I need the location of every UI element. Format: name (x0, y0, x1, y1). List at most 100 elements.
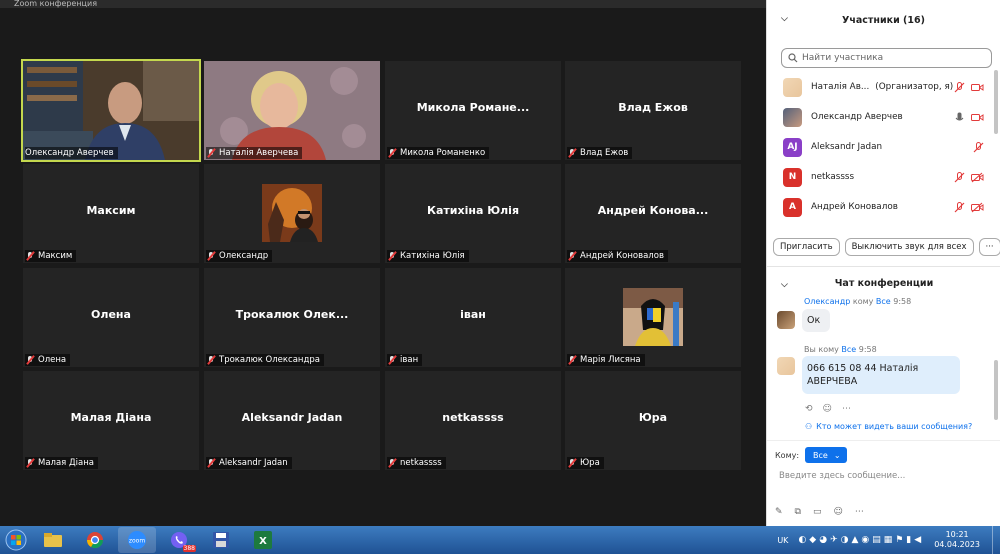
mic-muted-icon (25, 458, 35, 468)
participant-name: Влад Ежов (618, 101, 688, 114)
video-off-icon[interactable] (971, 172, 984, 183)
video-tile[interactable]: Юра Юра (565, 371, 741, 470)
video-tile[interactable]: Наталія Аверчева (204, 61, 380, 160)
screenshot-icon[interactable]: ⧉ (795, 507, 801, 517)
video-tile[interactable]: netkassss netkassss (385, 371, 561, 470)
video-tile[interactable]: Aleksandr Jadan Aleksandr Jadan (204, 371, 380, 470)
start-button[interactable] (0, 526, 32, 554)
participant-label: Марія Лисяна (567, 354, 645, 366)
participant-label: Андрей Коновалов (567, 250, 668, 262)
chrome-taskbar-button[interactable] (76, 527, 114, 553)
participant-row[interactable]: Наталія Ав... (Организатор, я) (767, 72, 1000, 102)
video-off-icon[interactable] (971, 112, 984, 123)
emoji-icon[interactable]: ☺ (834, 507, 843, 517)
zoom-taskbar-button[interactable]: zoom (118, 527, 156, 553)
emoji-icon[interactable]: ☺ (823, 404, 832, 414)
mic-muted-icon[interactable] (954, 201, 965, 213)
participant-row[interactable]: Олександр Аверчев (767, 102, 1000, 132)
participant-name: іван (460, 308, 486, 321)
video-off-icon[interactable] (971, 82, 984, 93)
participant-name: Андрей Коновалов (811, 202, 898, 212)
who-can-see-link[interactable]: ⚇ Кто может видеть ваши сообщения? (805, 422, 972, 431)
participants-header: ⌵ Участники (16) (767, 0, 1000, 40)
chat-scrollbar[interactable] (994, 360, 998, 420)
invite-button[interactable]: Пригласить (773, 238, 840, 256)
viber-taskbar-button[interactable]: 388 (160, 527, 198, 553)
chat-title: Чат конференции (834, 278, 934, 289)
mic-muted-icon[interactable] (954, 81, 965, 93)
message-bubble: Ок (802, 309, 830, 332)
excel-taskbar-button[interactable]: X (244, 527, 282, 553)
avatar: N (783, 167, 802, 187)
participant-label: Aleksandr Jadan (206, 457, 292, 469)
window-title: Zoom конференция (0, 0, 766, 8)
participant-label: Малая Діана (25, 457, 98, 469)
video-tile[interactable]: Трокалюк Олек... Трокалюк Олександра (204, 268, 380, 367)
message-actions: ⟲ ☺ ⋯ (805, 404, 851, 414)
show-desktop-button[interactable] (992, 526, 1000, 554)
video-tile[interactable]: Олександр Аверчев (21, 59, 201, 162)
mic-muted-icon (206, 355, 216, 365)
mute-all-button[interactable]: Выключить звук для всех (844, 238, 974, 256)
mic-muted-icon (387, 148, 397, 158)
search-placeholder: Найти участника (802, 53, 884, 63)
mic-muted-icon[interactable] (954, 171, 965, 183)
avatar (777, 357, 795, 375)
participants-list: Наталія Ав... (Организатор, я) Олександр А… (767, 72, 1000, 222)
format-icon[interactable]: ✎ (775, 507, 783, 517)
clock[interactable]: 10:21 04.04.2023 (934, 530, 980, 550)
video-feed (23, 61, 199, 160)
mic-muted-icon (25, 251, 35, 261)
more-button[interactable]: ··· (978, 238, 1000, 256)
tray-icons[interactable]: ◐◆◕✈◑▲◉▤▦⚑▮◀ (798, 535, 924, 545)
svg-text:X: X (259, 536, 267, 547)
language-indicator[interactable]: UK (777, 536, 788, 545)
avatar-image (623, 288, 683, 346)
participant-role: (Организатор, я) (875, 82, 954, 92)
participant-label: Максим (25, 250, 77, 262)
recipient-select[interactable]: Все ⌄ (805, 447, 847, 463)
participant-name: Трокалюк Олек... (235, 308, 349, 321)
video-tile[interactable]: іван іван (385, 268, 561, 367)
video-tile[interactable]: Олександр (204, 164, 380, 263)
participants-scrollbar[interactable] (994, 70, 998, 134)
chevron-down-icon[interactable]: ⌵ (781, 280, 788, 290)
video-tile[interactable]: Влад Ежов Влад Ежов (565, 61, 741, 160)
save-taskbar-button[interactable] (202, 527, 240, 553)
explorer-taskbar-button[interactable] (34, 527, 72, 553)
participant-label: Олександр Аверчев (25, 147, 118, 159)
mic-muted-icon (206, 148, 216, 158)
mic-icon[interactable] (954, 112, 965, 123)
chat-input[interactable]: Введите здесь сообщение... (779, 471, 905, 481)
video-tile[interactable]: Олена Олена (23, 268, 199, 367)
participant-label: Олена (25, 354, 71, 366)
chat-header: ⌵ Чат конференции (767, 266, 1000, 300)
person-icon: ⚇ (805, 422, 813, 431)
viber-badge: 388 (182, 545, 196, 552)
participant-label: іван (387, 354, 423, 366)
video-tile[interactable]: Малая Діана Малая Діана (23, 371, 199, 470)
participant-row[interactable]: A Андрей Коновалов (767, 192, 1000, 222)
zoom-icon: zoom (128, 531, 146, 549)
participant-search-input[interactable]: Найти участника (781, 48, 992, 68)
mic-muted-icon[interactable] (973, 141, 984, 153)
chevron-down-icon[interactable]: ⌵ (781, 14, 788, 24)
mic-muted-icon (25, 355, 35, 365)
more-icon[interactable]: ⋯ (855, 507, 864, 517)
reply-icon[interactable]: ⟲ (805, 404, 813, 414)
participant-row[interactable]: Nnetkassss (767, 162, 1000, 192)
file-icon[interactable]: ▭ (813, 507, 822, 517)
video-off-icon[interactable] (971, 202, 984, 213)
svg-text:zoom: zoom (129, 538, 145, 545)
participant-label: Влад Ежов (567, 147, 633, 159)
participant-name: Микола Романе... (416, 101, 530, 114)
participant-row[interactable]: AJ Aleksandr Jadan (767, 132, 1000, 162)
video-tile[interactable]: Микола Романе... Микола Романенко (385, 61, 561, 160)
video-tile[interactable]: Максим Максим (23, 164, 199, 263)
video-tile[interactable]: Андрей Конова... Андрей Коновалов (565, 164, 741, 263)
message-meta: Вы кому Все 9:58 (804, 345, 877, 354)
video-tile[interactable]: Марія Лисяна (565, 268, 741, 367)
more-icon[interactable]: ⋯ (842, 404, 851, 414)
video-tile[interactable]: Катихіна Юлія Катихіна Юлія (385, 164, 561, 263)
folder-icon (44, 533, 62, 547)
